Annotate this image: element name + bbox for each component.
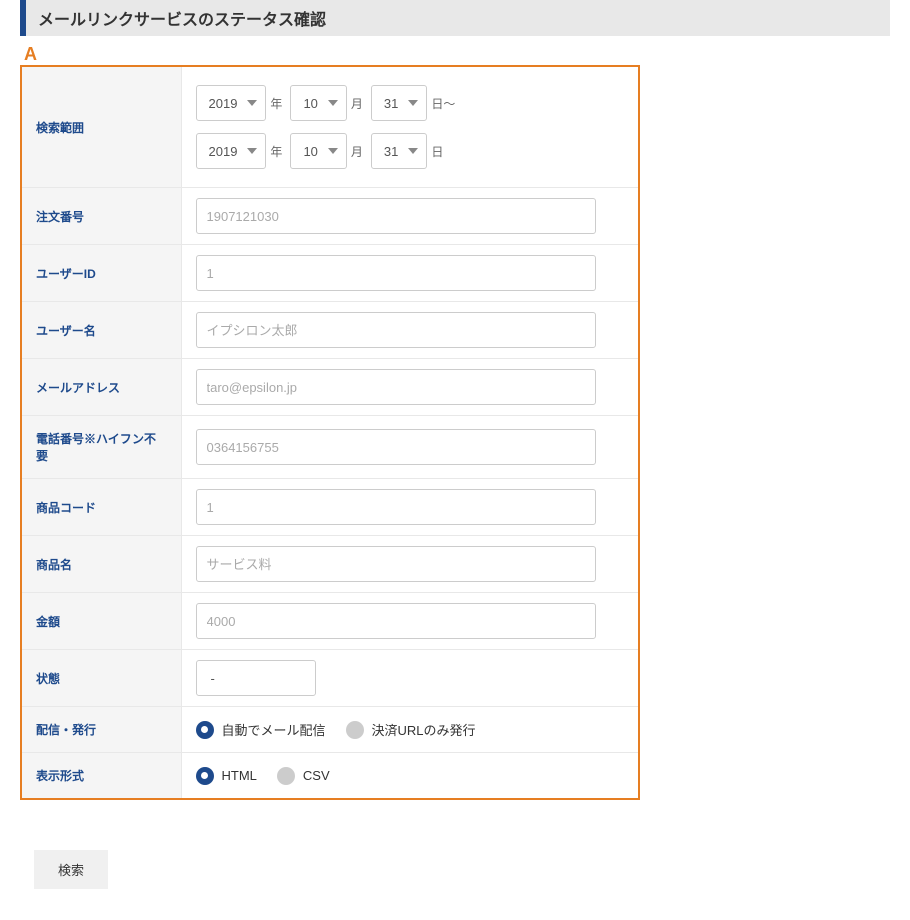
item-code-input[interactable] (196, 489, 596, 525)
to-year-select[interactable]: 2019 (196, 133, 267, 169)
format-csv-radio[interactable]: CSV (277, 767, 330, 785)
email-input[interactable] (196, 369, 596, 405)
user-name-input[interactable] (196, 312, 596, 348)
amount-input[interactable] (196, 603, 596, 639)
page-title: メールリンクサービスのステータス確認 (38, 6, 878, 30)
chevron-down-icon (247, 148, 257, 154)
label-phone: 電話番号※ハイフン不要 (21, 416, 181, 479)
label-user-name: ユーザー名 (21, 302, 181, 359)
month-unit: 月 (351, 143, 363, 160)
label-amount: 金額 (21, 593, 181, 650)
date-from-row: 2019 年 10 月 31 日～ (196, 85, 625, 121)
from-year-select[interactable]: 2019 (196, 85, 267, 121)
radio-label: HTML (222, 768, 257, 783)
page-header: メールリンクサービスのステータス確認 (20, 0, 890, 36)
search-form: 検索範囲 2019 年 10 月 31 日～ 2019 年 10 月 31 日 … (20, 65, 640, 800)
chevron-down-icon (408, 148, 418, 154)
chevron-down-icon (328, 148, 338, 154)
year-unit: 年 (270, 143, 282, 160)
format-html-radio[interactable]: HTML (196, 767, 257, 785)
label-email: メールアドレス (21, 359, 181, 416)
label-format: 表示形式 (21, 753, 181, 800)
chevron-down-icon (328, 100, 338, 106)
chevron-down-icon (408, 100, 418, 106)
label-item-name: 商品名 (21, 536, 181, 593)
day-unit: 日 (431, 143, 443, 160)
label-item-code: 商品コード (21, 479, 181, 536)
to-month-select[interactable]: 10 (290, 133, 346, 169)
label-search-range: 検索範囲 (21, 66, 181, 188)
from-month-select[interactable]: 10 (290, 85, 346, 121)
day-unit: 日～ (431, 95, 455, 112)
radio-label: 自動でメール配信 (222, 720, 326, 739)
user-id-input[interactable] (196, 255, 596, 291)
delivery-auto-mail-radio[interactable]: 自動でメール配信 (196, 720, 326, 739)
label-delivery: 配信・発行 (21, 707, 181, 753)
label-user-id: ユーザーID (21, 245, 181, 302)
phone-input[interactable] (196, 429, 596, 465)
status-select[interactable]: - (196, 660, 316, 696)
radio-checked-icon (196, 767, 214, 785)
month-unit: 月 (351, 95, 363, 112)
radio-label: 決済URLのみ発行 (372, 720, 476, 739)
from-day-select[interactable]: 31 (371, 85, 427, 121)
radio-label: CSV (303, 768, 330, 783)
delivery-url-only-radio[interactable]: 決済URLのみ発行 (346, 720, 476, 739)
order-no-input[interactable] (196, 198, 596, 234)
label-order-no: 注文番号 (21, 188, 181, 245)
chevron-down-icon (247, 100, 257, 106)
section-marker-a: A (24, 44, 910, 65)
radio-checked-icon (196, 721, 214, 739)
label-status: 状態 (21, 650, 181, 707)
date-to-row: 2019 年 10 月 31 日 (196, 133, 625, 169)
item-name-input[interactable] (196, 546, 596, 582)
radio-unchecked-icon (277, 767, 295, 785)
to-day-select[interactable]: 31 (371, 133, 427, 169)
year-unit: 年 (270, 95, 282, 112)
search-button[interactable]: 検索 (34, 850, 108, 889)
radio-unchecked-icon (346, 721, 364, 739)
